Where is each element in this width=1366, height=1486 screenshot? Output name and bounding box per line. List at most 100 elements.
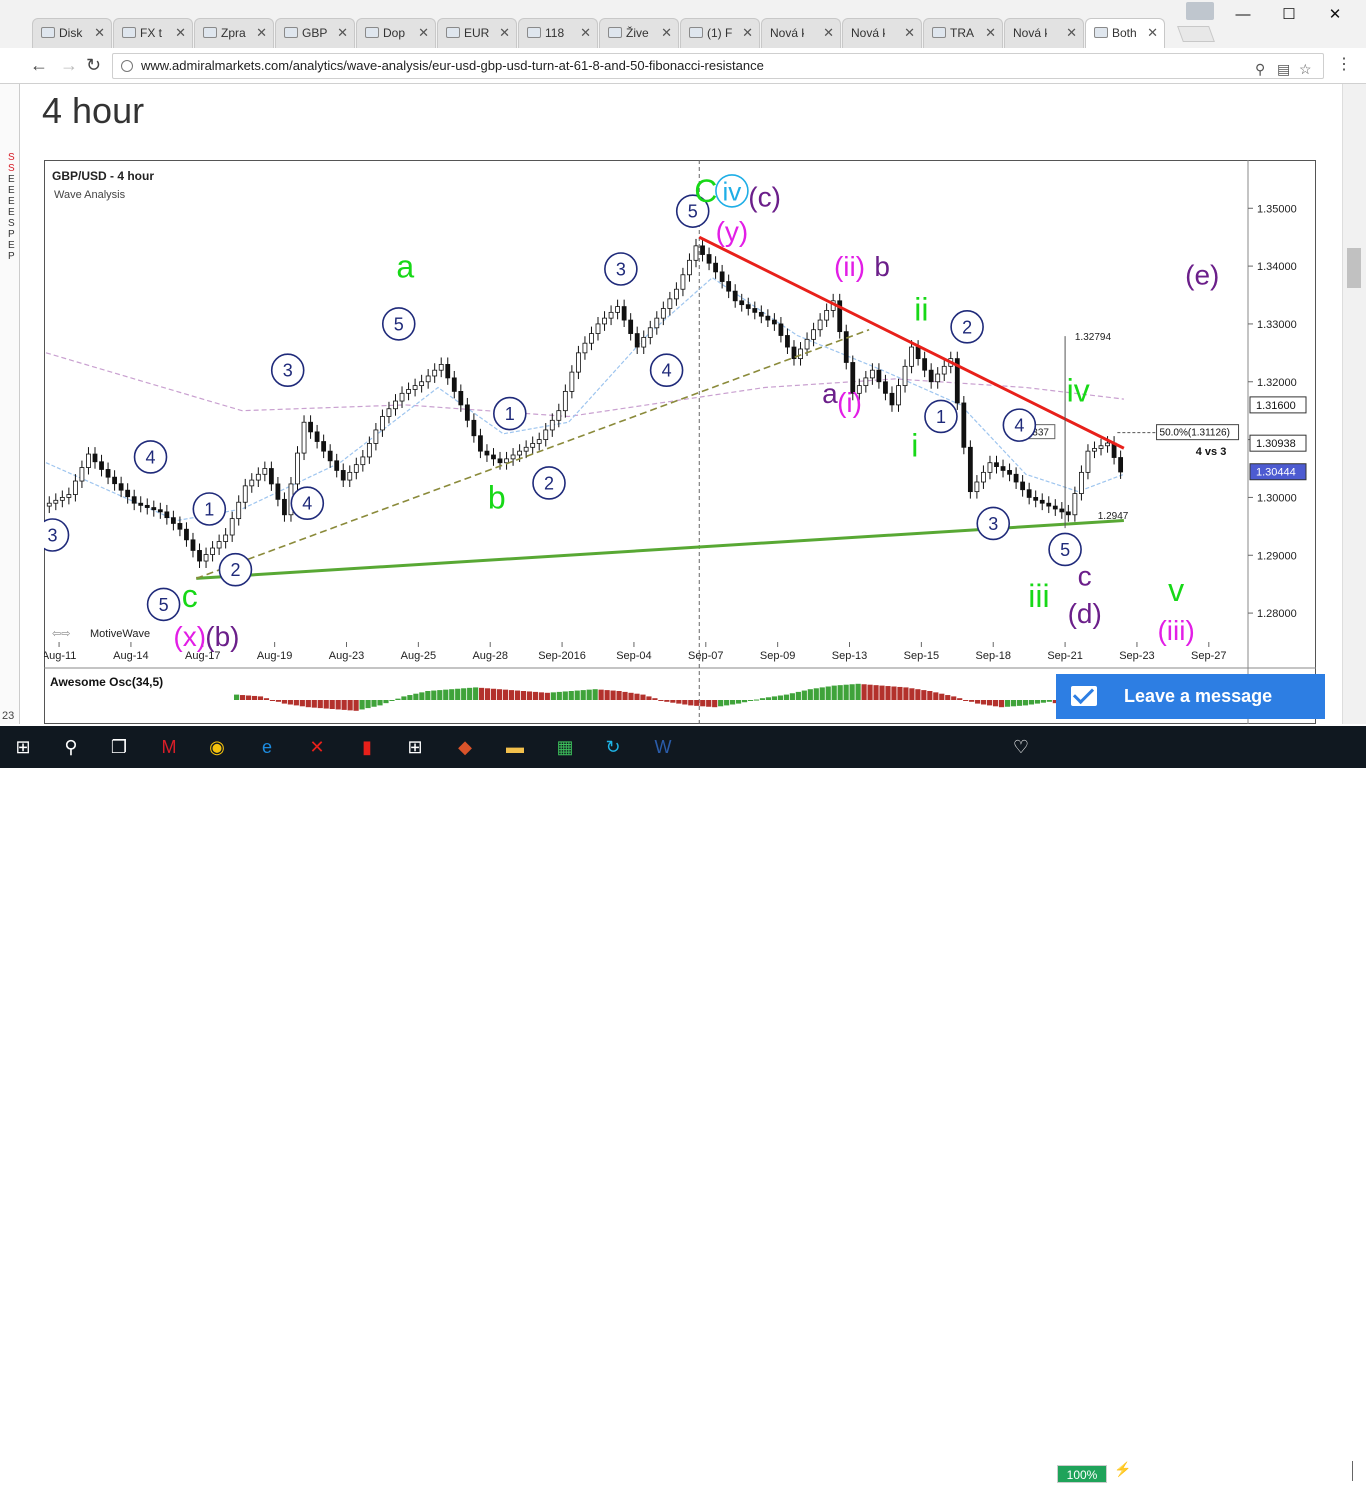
oscillator-bar (801, 690, 807, 700)
fx-icon (365, 27, 379, 38)
wave-label: c (1078, 560, 1092, 591)
reader-icon[interactable]: ▮ (352, 732, 382, 762)
close-tab-icon[interactable]: ✕ (580, 25, 591, 41)
candle-body (889, 392, 895, 406)
close-tab-icon[interactable]: ✕ (742, 25, 753, 41)
close-tab-icon[interactable]: ✕ (175, 25, 186, 41)
tray-up-icon[interactable]: ^ (1140, 1462, 1147, 1476)
store-icon[interactable]: ⊞ (400, 732, 430, 762)
close-tab-icon[interactable]: ✕ (661, 25, 672, 41)
candle-body (647, 327, 653, 338)
windows-start-icon[interactable]: ⊞ (8, 732, 38, 762)
browser-tab[interactable]: Nová ka ✕ (842, 18, 922, 48)
plug-icon[interactable]: ⚡ (1114, 1462, 1131, 1476)
candle-body (340, 470, 346, 481)
candle-body (1013, 473, 1019, 483)
close-tab-icon[interactable]: ✕ (1147, 25, 1158, 41)
candle-body (706, 254, 712, 264)
word-icon[interactable]: W (648, 732, 678, 762)
browser-tab[interactable]: GBP ✕ (275, 18, 355, 48)
close-tab-icon[interactable]: ✕ (499, 25, 510, 41)
x-tick-label: Aug-28 (472, 650, 507, 662)
notifications-icon[interactable]: ▤ (1234, 1462, 1247, 1476)
close-tab-icon[interactable]: ✕ (985, 25, 996, 41)
wave-label: v (1168, 572, 1184, 608)
browser-tab[interactable]: Disk ✕ (32, 18, 112, 48)
close-tab-icon[interactable]: ✕ (94, 25, 105, 41)
forward-icon[interactable]: → (60, 56, 78, 74)
reload-icon[interactable]: ↻ (86, 56, 101, 74)
bookmark-star-icon[interactable]: ☆ (1299, 57, 1312, 81)
oscillator-bar (939, 693, 945, 700)
close-tab-icon[interactable]: ✕ (256, 25, 267, 41)
oscillator-bar (263, 698, 270, 700)
mcafee-icon[interactable]: M (154, 732, 184, 762)
profile-icon[interactable] (1186, 2, 1214, 20)
search-icon[interactable]: ⚲ (56, 732, 86, 762)
x-tick-label: Sep-23 (1119, 650, 1154, 662)
browser-tab[interactable]: Nová ka ✕ (761, 18, 841, 48)
clock[interactable]: 9:41 23.09.2016 (1296, 1459, 1351, 1485)
battery-indicator[interactable]: 100% (1057, 1465, 1107, 1483)
tool-icon[interactable]: ◆ (450, 732, 480, 762)
close-tab-icon[interactable]: ✕ (337, 25, 348, 41)
trading-app-icon[interactable]: ✕ (302, 732, 332, 762)
zoom-icon[interactable]: ⚲ (1255, 57, 1265, 81)
browser-tab[interactable]: Nová ka ✕ (1004, 18, 1084, 48)
translate-icon[interactable]: ▤ (1277, 57, 1290, 81)
menu-icon[interactable]: ⋮ (1336, 56, 1352, 74)
close-tab-icon[interactable]: ✕ (1066, 25, 1077, 41)
oscillator-bar (275, 700, 282, 702)
candle-body (151, 507, 157, 511)
page-info-icon[interactable] (121, 60, 133, 72)
file-explorer-icon[interactable]: ▬ (500, 732, 530, 762)
leave-message-button[interactable]: Leave a message (1056, 674, 1325, 719)
candle-body (66, 494, 72, 498)
browser-tab[interactable]: Zpra ✕ (194, 18, 274, 48)
wave-label: 5 (394, 314, 404, 334)
language-indicator[interactable]: SLK SK (1258, 1460, 1279, 1486)
close-tab-icon[interactable]: ✕ (904, 25, 915, 41)
show-desktop-button[interactable] (1352, 1461, 1364, 1481)
oscillator-bar (718, 700, 724, 707)
chart-app-icon[interactable]: ▦ (550, 732, 580, 762)
browser-tab[interactable]: FX t ✕ (113, 18, 193, 48)
edge-icon[interactable]: e (252, 732, 282, 762)
task-view-icon[interactable]: ❐ (104, 732, 134, 762)
browser-tab[interactable]: 118 ✕ (518, 18, 598, 48)
tab-label: Dop (383, 26, 406, 40)
battery-icon[interactable]: ▭ (1208, 1462, 1221, 1476)
browser-tab[interactable]: Both ✕ (1085, 18, 1165, 49)
wifi-icon[interactable]: ◠ (1160, 1462, 1172, 1476)
candle-body (641, 337, 647, 348)
candle-body (131, 496, 137, 504)
browser-tab[interactable]: (1) F ✕ (680, 18, 760, 48)
pulse-icon[interactable]: ♡ (1006, 732, 1036, 762)
oscillator-bar (753, 699, 760, 701)
browser-tab[interactable]: EUR ✕ (437, 18, 517, 48)
candle-body (1000, 466, 1006, 471)
close-tab-icon[interactable]: ✕ (823, 25, 834, 41)
browser-tab[interactable]: Žive ✕ (599, 18, 679, 48)
sync-icon[interactable]: ↻ (598, 732, 628, 762)
close-tab-icon[interactable]: ✕ (418, 25, 429, 41)
minimize-icon[interactable]: — (1220, 4, 1266, 26)
x-tick-label: Aug-19 (257, 650, 292, 662)
back-icon[interactable]: ← (30, 56, 48, 74)
maximize-icon[interactable]: ☐ (1266, 4, 1312, 26)
browser-tab[interactable]: Dop ✕ (356, 18, 436, 48)
page-scrollbar[interactable] (1342, 84, 1366, 724)
close-window-icon[interactable]: ✕ (1312, 4, 1358, 26)
y-tick-label: 1.28000 (1257, 608, 1297, 620)
candle-body (1059, 508, 1065, 513)
browser-tab[interactable]: TRA ✕ (923, 18, 1003, 48)
chrome-icon[interactable]: ◉ (202, 732, 232, 762)
fx-icon (446, 27, 460, 38)
address-bar[interactable]: www.admiralmarkets.com/analytics/wave-an… (112, 53, 1324, 79)
oscillator-bar (622, 691, 628, 700)
oscillator-bar (1004, 700, 1011, 707)
new-tab-button[interactable] (1177, 26, 1215, 42)
candle-body (1118, 457, 1124, 473)
scrollbar-thumb[interactable] (1347, 248, 1361, 288)
volume-icon[interactable]: ♪ (1182, 1462, 1189, 1476)
